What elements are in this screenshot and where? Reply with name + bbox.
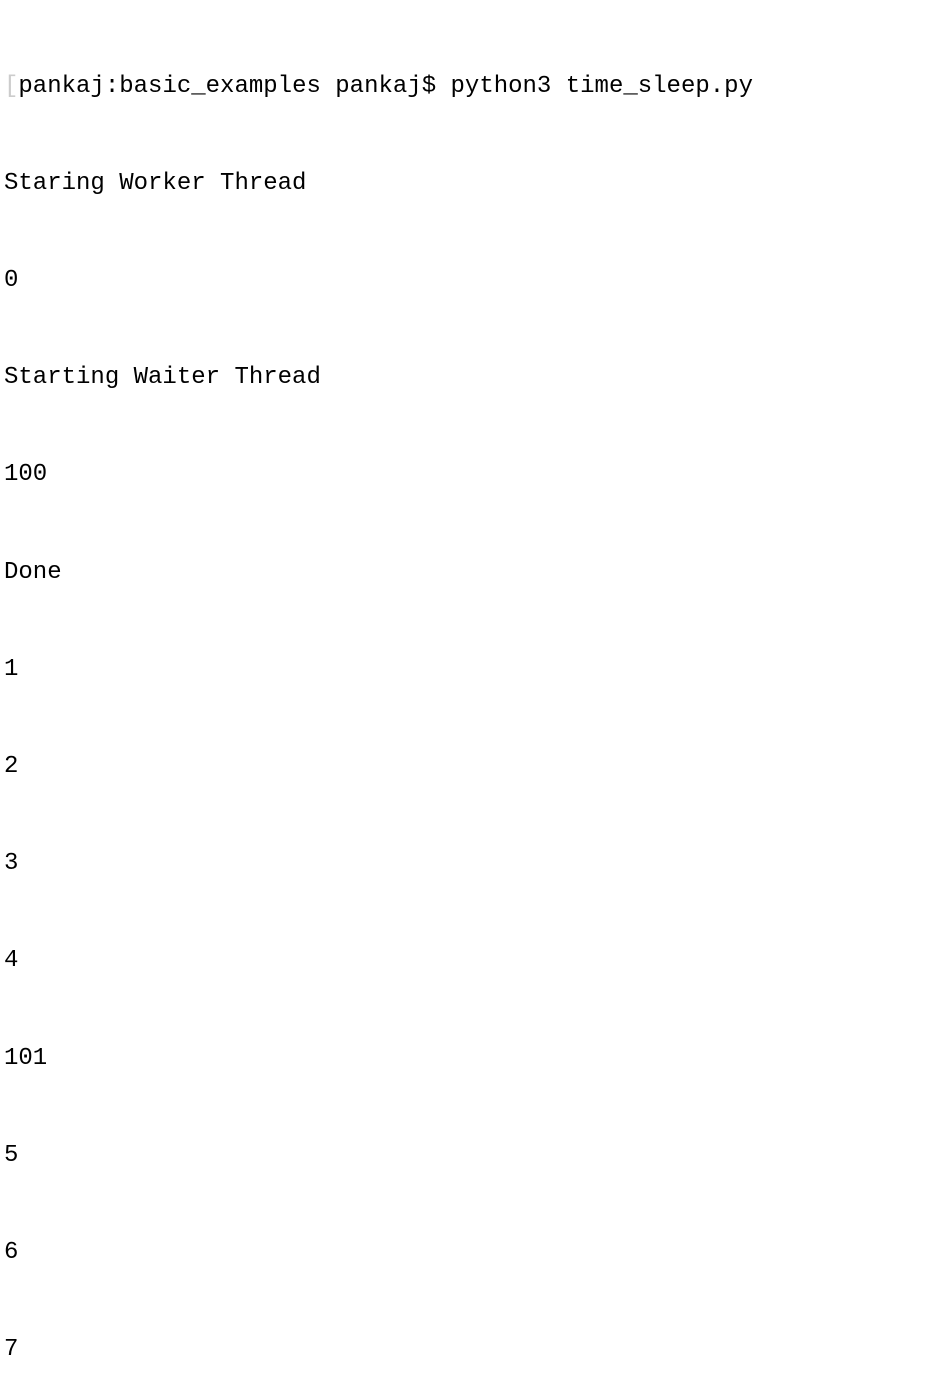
prompt-space2 [436,71,450,103]
output-line: 1 [4,654,938,686]
prompt-space [321,71,335,103]
output-line: 7 [4,1334,938,1366]
output-line: Staring Worker Thread [4,168,938,200]
output-line: 6 [4,1237,938,1269]
output-line: 100 [4,459,938,491]
output-line: 101 [4,1043,938,1075]
prompt-dir: basic_examples [119,71,321,103]
prompt-line-command: [pankaj:basic_examples pankaj$ python3 t… [4,71,938,103]
prompt-host: pankaj [18,71,104,103]
output-line: Starting Waiter Thread [4,362,938,394]
output-line: 4 [4,945,938,977]
prompt-colon: : [105,71,119,103]
command-text: python3 time_sleep.py [451,71,753,103]
output-line: 5 [4,1140,938,1172]
output-line: 3 [4,848,938,880]
output-line: Done [4,557,938,589]
bracket-decoration: [ [4,71,18,103]
output-line: 0 [4,265,938,297]
prompt-symbol: $ [422,71,436,103]
terminal-window[interactable]: [pankaj:basic_examples pankaj$ python3 t… [4,6,938,1400]
prompt-user: pankaj [335,71,421,103]
output-line: 2 [4,751,938,783]
